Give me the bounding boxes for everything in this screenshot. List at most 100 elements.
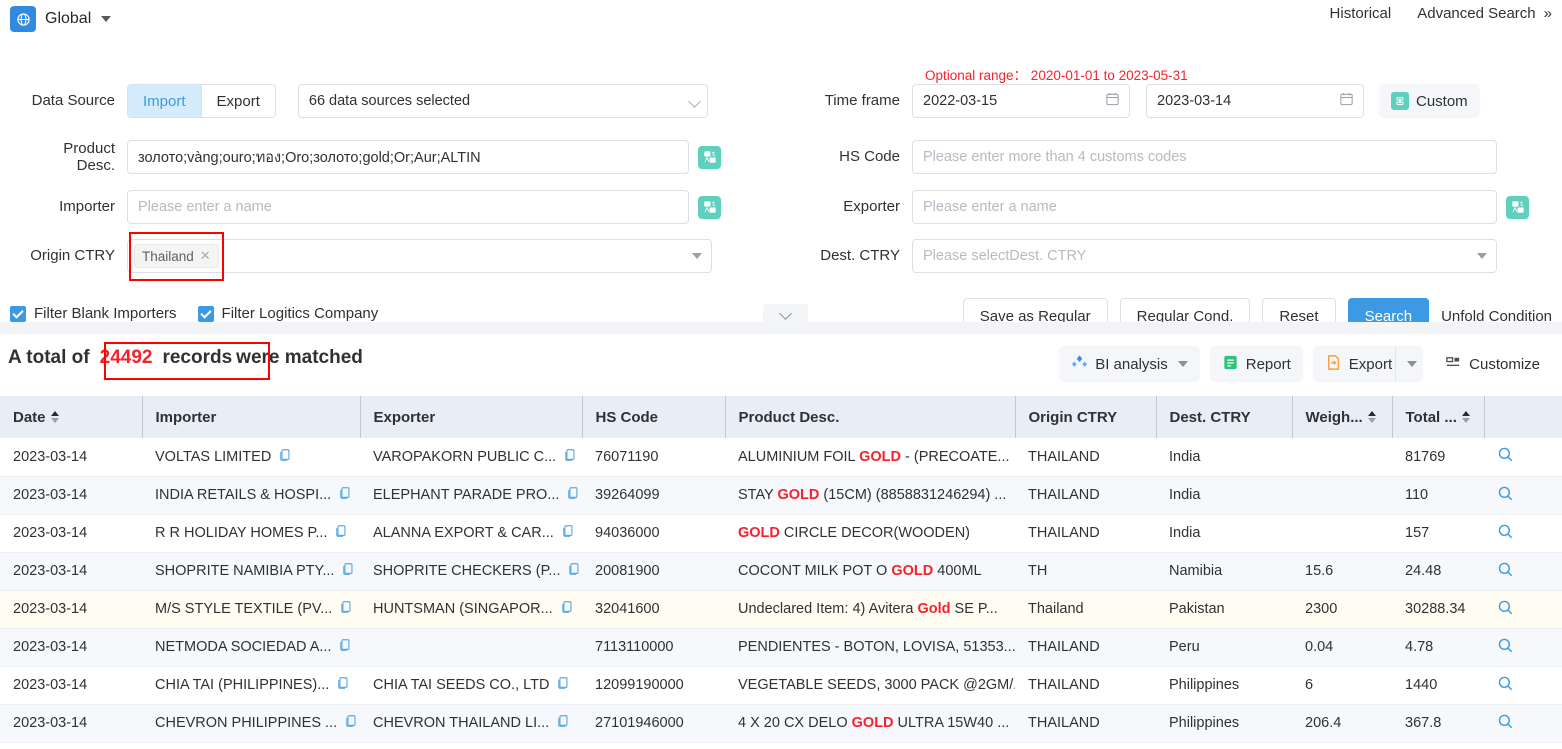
import-tab[interactable]: Import: [128, 85, 201, 117]
calendar-icon[interactable]: [1339, 92, 1354, 111]
copy-icon[interactable]: [561, 524, 575, 542]
copy-icon[interactable]: [556, 714, 570, 732]
chevron-down-icon[interactable]: [1177, 361, 1188, 367]
cell-product-desc: COCONT MILK POT O GOLD 400ML: [725, 552, 1015, 591]
cell-detail-action[interactable]: [1484, 438, 1562, 477]
exporter-row: Exporter Please enter a name: [795, 190, 1529, 224]
sort-icon[interactable]: [1461, 411, 1470, 423]
copy-icon[interactable]: [344, 714, 358, 732]
dropdown-arrow-icon[interactable]: [692, 253, 702, 259]
search-detail-icon[interactable]: [1497, 524, 1514, 544]
dropdown-arrow-icon[interactable]: [1477, 253, 1487, 259]
dest-ctry-row: Dest. CTRY Please selectDest. CTRY: [795, 239, 1497, 273]
translate-icon[interactable]: [698, 145, 721, 169]
filter-blank-importers-checkbox[interactable]: [10, 305, 26, 322]
search-detail-icon[interactable]: [1497, 714, 1514, 734]
cell-product-desc: GOLD CIRCLE DECOR(WOODEN): [725, 514, 1015, 553]
data-sources-select[interactable]: 66 data sources selected: [297, 84, 708, 118]
chevron-down-icon[interactable]: [101, 16, 112, 22]
date-to-value: 2023-03-14: [1157, 93, 1232, 109]
column-header-origin-ctry[interactable]: Origin CTRY: [1015, 396, 1157, 438]
double-chevron-right-icon[interactable]: »: [1544, 5, 1552, 22]
search-detail-icon[interactable]: [1497, 562, 1514, 582]
copy-icon[interactable]: [338, 638, 352, 656]
filter-logistics-company-checkbox[interactable]: [197, 305, 214, 322]
section-divider: [0, 322, 1562, 334]
copy-icon[interactable]: [278, 448, 292, 466]
historical-link[interactable]: Historical: [1330, 5, 1392, 22]
cell-detail-action[interactable]: [1484, 514, 1562, 553]
custom-range-button[interactable]: Custom: [1379, 84, 1480, 118]
column-header-total[interactable]: Total ...: [1392, 396, 1485, 438]
table-row[interactable]: 2023-03-14 INDIA RETAILS & HOSPI... ELEPHA…: [0, 476, 1562, 515]
advanced-search-link[interactable]: Advanced Search: [1417, 5, 1535, 22]
cell-weight: 15.6: [1292, 552, 1392, 591]
translate-icon[interactable]: [698, 195, 721, 219]
chevron-down-icon[interactable]: [1407, 361, 1418, 367]
table-row[interactable]: 2023-03-14 SHOPRITE NAMIBIA PTY... SHOPRIT…: [0, 552, 1562, 591]
origin-ctry-select[interactable]: Thailand ✕: [127, 239, 712, 273]
cell-detail-action[interactable]: [1484, 704, 1562, 743]
total-count: 24492: [99, 347, 153, 368]
sort-icon[interactable]: [1367, 411, 1376, 423]
export-button[interactable]: Export: [1312, 346, 1424, 382]
report-button[interactable]: Report: [1209, 346, 1303, 382]
copy-icon[interactable]: [339, 600, 353, 618]
copy-icon[interactable]: [336, 676, 350, 694]
copy-icon[interactable]: [563, 448, 577, 466]
export-tab[interactable]: Export: [201, 85, 275, 117]
copy-icon[interactable]: [556, 676, 570, 694]
search-detail-icon[interactable]: [1497, 600, 1514, 620]
cell-detail-action[interactable]: [1484, 476, 1562, 515]
search-detail-icon[interactable]: [1497, 676, 1514, 696]
table-row[interactable]: 2023-03-14 VOLTAS LIMITED VAROPAKORN PUBLI…: [0, 438, 1562, 477]
column-header-exporter[interactable]: Exporter: [360, 396, 583, 438]
cell-detail-action[interactable]: [1484, 666, 1562, 705]
search-detail-icon[interactable]: [1497, 447, 1514, 467]
importer-input[interactable]: Please enter a name: [127, 190, 689, 224]
table-row[interactable]: 2023-03-14 NETMODA SOCIEDAD A... 711311000…: [0, 628, 1562, 667]
exporter-input[interactable]: Please enter a name: [912, 190, 1497, 224]
table-row[interactable]: 2023-03-14 CHIA TAI (PHILIPPINES)... CHIA …: [0, 666, 1562, 705]
bi-analysis-button[interactable]: BI analysis: [1059, 346, 1200, 382]
column-header-product-desc[interactable]: Product Desc.: [725, 396, 1016, 438]
column-header-hs-code[interactable]: HS Code: [582, 396, 726, 438]
date-to-input[interactable]: 2023-03-14: [1146, 84, 1364, 118]
sort-icon[interactable]: [50, 411, 59, 423]
dest-ctry-select[interactable]: Please selectDest. CTRY: [912, 239, 1497, 273]
cell-detail-action[interactable]: [1484, 552, 1562, 591]
column-header-dest-ctry[interactable]: Dest. CTRY: [1156, 396, 1293, 438]
remove-tag-icon[interactable]: ✕: [200, 248, 211, 264]
copy-icon[interactable]: [334, 524, 348, 542]
column-header-date[interactable]: Date: [0, 396, 143, 438]
search-detail-icon[interactable]: [1497, 486, 1514, 506]
hs-code-input[interactable]: Please enter more than 4 customs codes: [912, 140, 1497, 174]
import-export-toggle[interactable]: Import Export: [127, 84, 276, 118]
search-detail-icon[interactable]: [1497, 638, 1514, 658]
customize-button[interactable]: Customize: [1433, 346, 1552, 382]
export-icon: [1325, 354, 1342, 375]
cell-origin-ctry: THAILAND: [1015, 476, 1156, 515]
translate-icon[interactable]: [1506, 195, 1529, 219]
cell-importer: INDIA RETAILS & HOSPI...: [142, 476, 360, 515]
table-row[interactable]: 2023-03-14 CHEVRON PHILIPPINES ... CHEVRON…: [0, 704, 1562, 743]
cell-detail-action[interactable]: [1484, 590, 1562, 629]
table-row[interactable]: 2023-03-14 M/S STYLE TEXTILE (PV... HUNTSM…: [0, 590, 1562, 629]
copy-icon[interactable]: [567, 562, 581, 580]
table-header-row: Date Importer Exporter HS Code Product D…: [0, 396, 1562, 438]
data-source-label: Data Source: [31, 92, 115, 110]
column-header-weight[interactable]: Weigh...: [1292, 396, 1393, 438]
cell-importer: NETMODA SOCIEDAD A...: [142, 628, 360, 667]
table-row[interactable]: 2023-03-14 R R HOLIDAY HOMES P... ALANNA E…: [0, 514, 1562, 553]
calendar-icon[interactable]: [1105, 92, 1120, 111]
copy-icon[interactable]: [566, 486, 580, 504]
date-from-input[interactable]: 2022-03-15: [912, 84, 1130, 118]
report-label: Report: [1245, 355, 1291, 373]
copy-icon[interactable]: [560, 600, 574, 618]
product-desc-input[interactable]: золото;vàng;ouro;ทอง;Oro;золото;gold;Or;…: [127, 140, 689, 175]
copy-icon[interactable]: [341, 562, 355, 580]
cell-detail-action[interactable]: [1484, 628, 1562, 667]
global-region-selector[interactable]: Global: [10, 6, 112, 32]
column-header-importer[interactable]: Importer: [142, 396, 361, 438]
copy-icon[interactable]: [338, 486, 352, 504]
